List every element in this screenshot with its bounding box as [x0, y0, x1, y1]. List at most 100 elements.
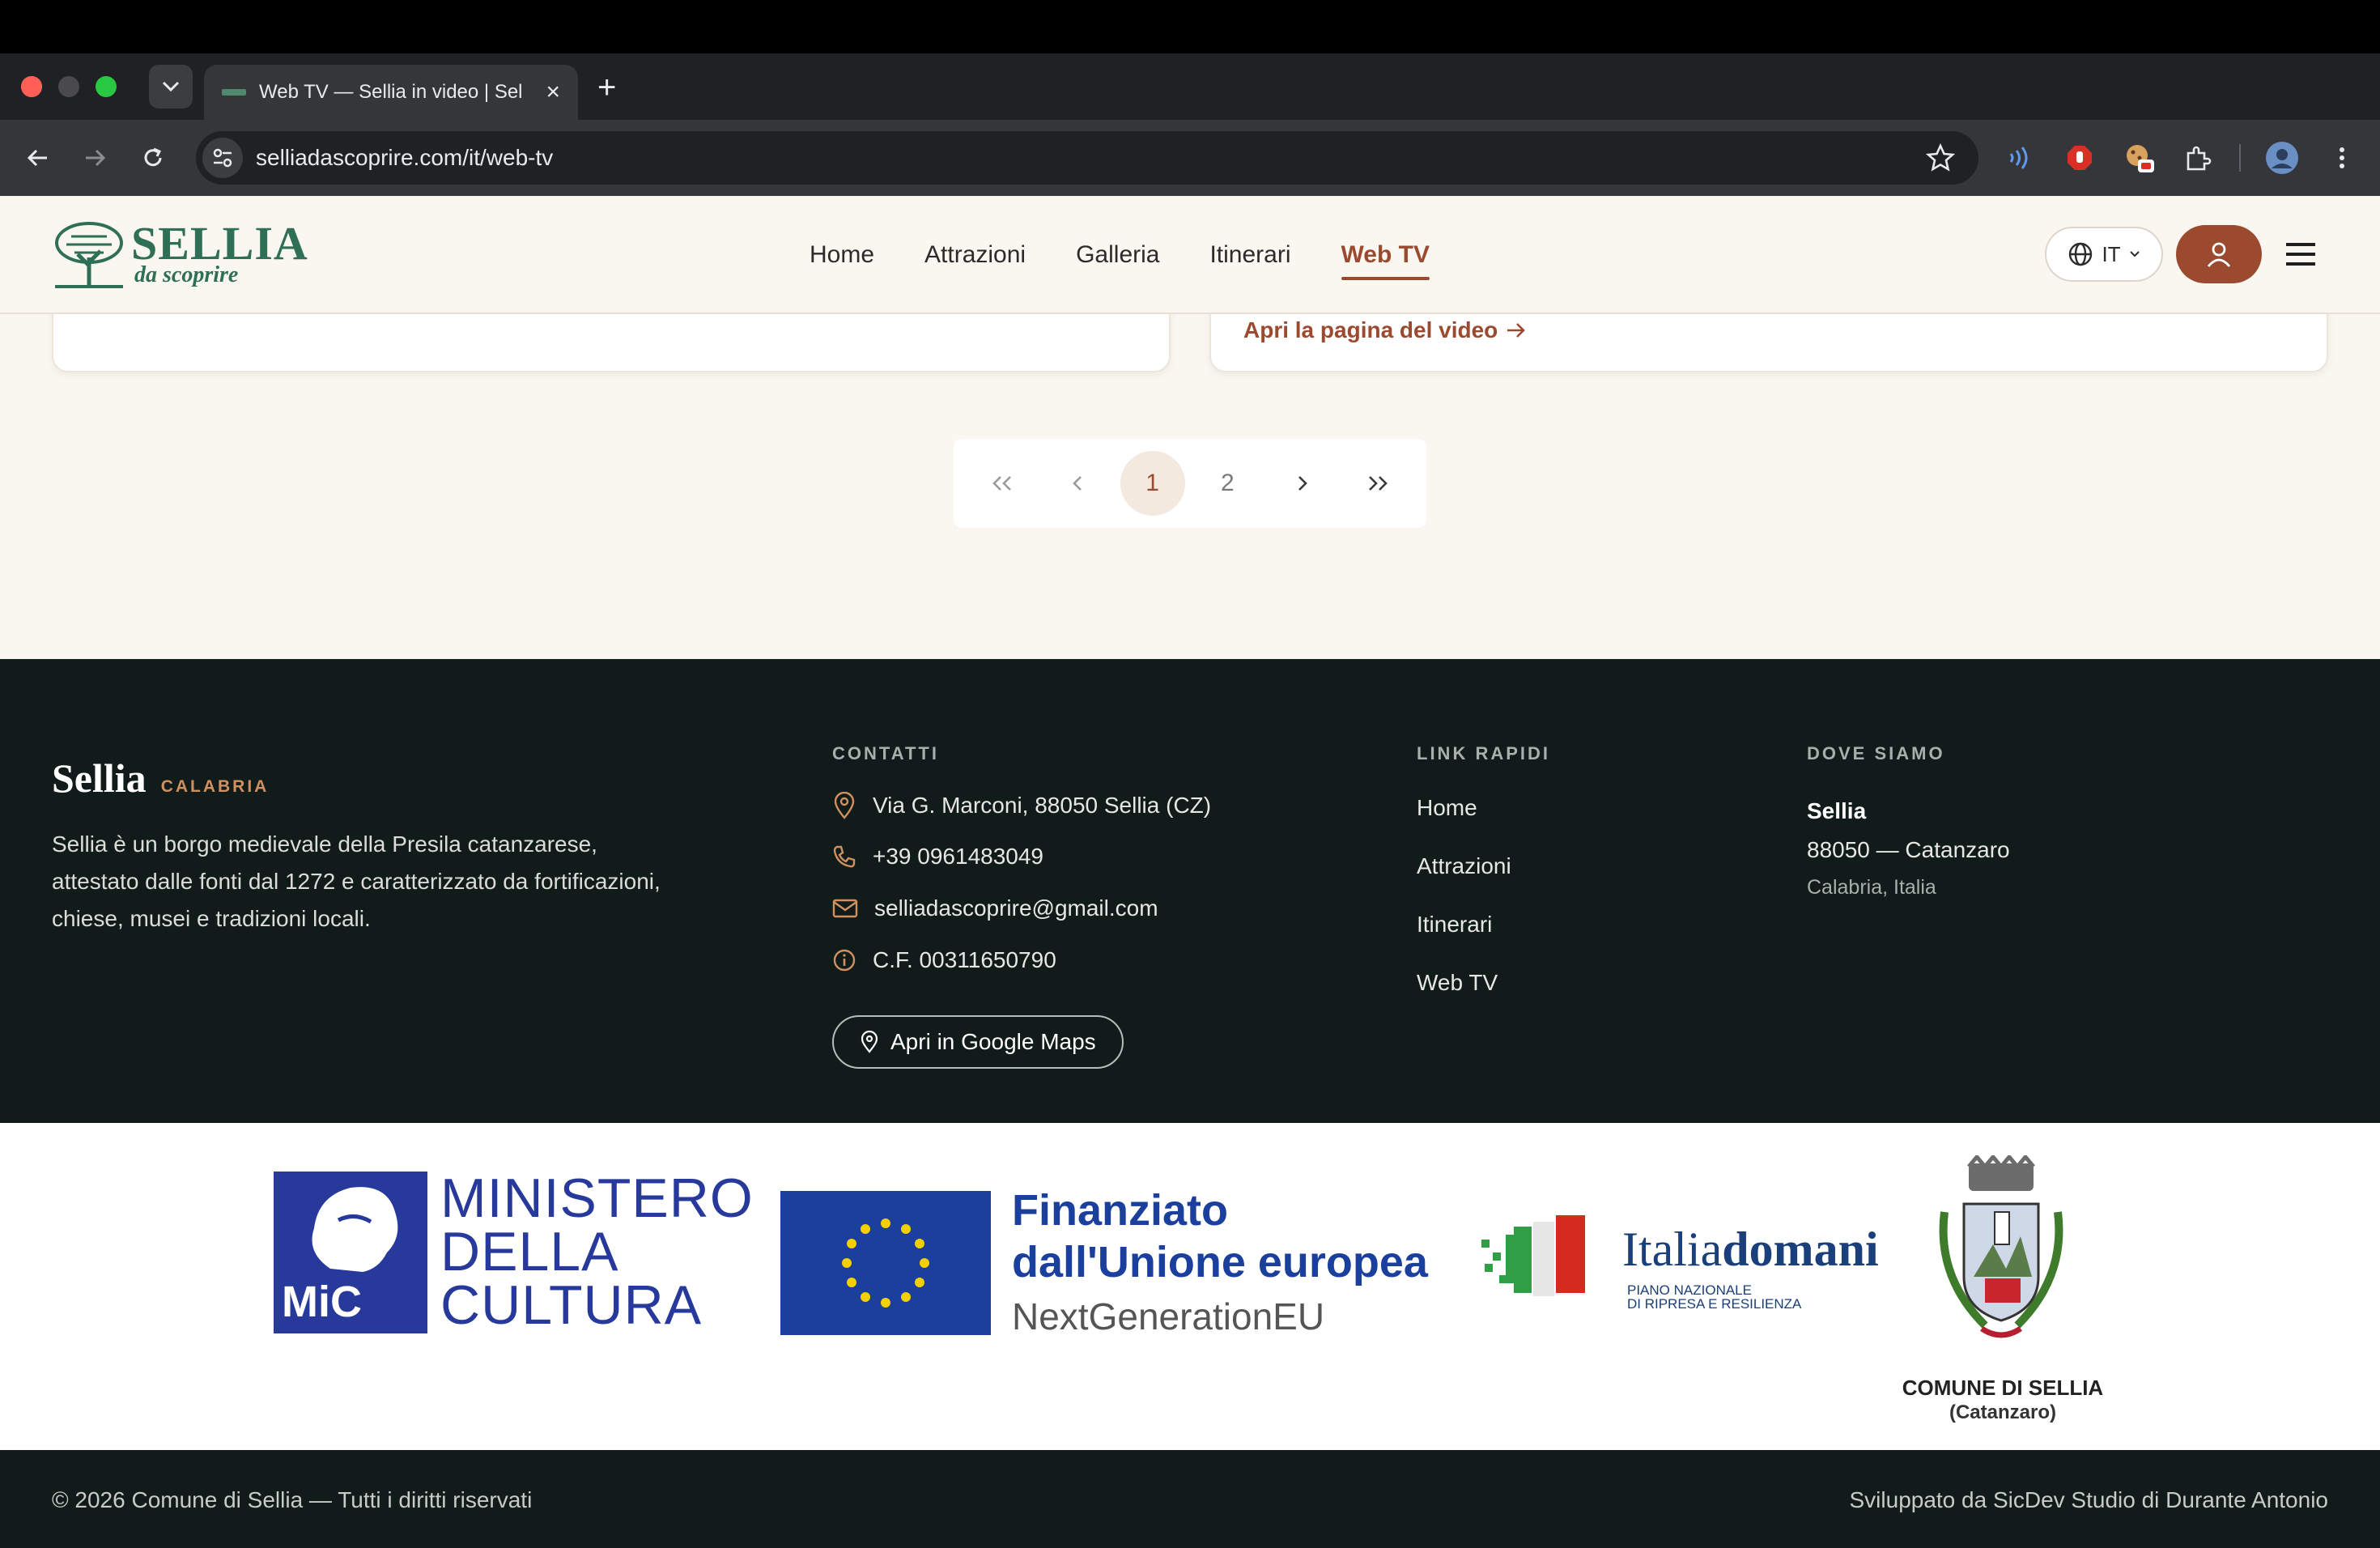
user-icon — [2207, 242, 2231, 267]
back-button[interactable] — [18, 138, 58, 178]
where-postal: 88050 — Catanzaro — [1807, 837, 2010, 862]
sponsor-logos: MiC MINISTERO DELLA CULTURA Finanziato d… — [0, 1123, 2380, 1450]
where-city: Sellia — [1807, 798, 1867, 823]
comune-name: COMUNE DI SELLIA — [1902, 1376, 2104, 1400]
globe-icon — [2069, 242, 2093, 266]
italia-flag-icon — [1481, 1215, 1585, 1296]
forward-button[interactable] — [74, 138, 115, 178]
maximize-window-button[interactable] — [96, 76, 117, 97]
contact-phone[interactable]: +39 0961483049 — [832, 844, 1043, 870]
footer-link-web-tv[interactable]: Web TV — [1417, 970, 1498, 996]
site-info-button[interactable] — [202, 138, 243, 178]
contact-email[interactable]: selliadascoprire@gmail.com — [832, 895, 1158, 921]
close-window-button[interactable] — [21, 76, 42, 97]
where-region: Calabria, Italia — [1807, 876, 1936, 899]
open-google-maps-button[interactable]: Apri in Google Maps — [832, 1015, 1124, 1069]
mail-icon — [832, 899, 858, 918]
hamburger-menu-button[interactable] — [2281, 238, 2320, 270]
nav-attrazioni[interactable]: Attrazioni — [924, 235, 1026, 275]
nav-home[interactable]: Home — [810, 235, 874, 275]
footer-link-attrazioni[interactable]: Attrazioni — [1417, 853, 1511, 879]
address-bar[interactable]: selliadascoprire.com/it/web-tv — [196, 131, 1978, 185]
extension-cookie-icon[interactable] — [2121, 139, 2158, 176]
last-page-button[interactable] — [1345, 451, 1410, 516]
chevron-right-icon — [1298, 476, 1308, 491]
nav-galleria[interactable]: Galleria — [1076, 235, 1159, 275]
bottom-bar: © 2026 Comune di Sellia — Tutti i diritt… — [0, 1450, 2380, 1548]
main-navigation: Home Attrazioni Galleria Itinerari Web T… — [810, 196, 1430, 314]
reload-button[interactable] — [133, 138, 173, 178]
mic-line-1: MINISTERO — [440, 1167, 754, 1229]
footer-brand: Sellia CALABRIA — [52, 755, 269, 802]
eu-line-2: dall'Unione europea — [1012, 1238, 1428, 1286]
quick-links-heading: LINK RAPIDI — [1417, 743, 1550, 763]
browser-toolbar: selliadascoprire.com/it/web-tv — [0, 120, 2380, 196]
eu-funding-text: Finanziato dall'Unione europea NextGener… — [1012, 1184, 1428, 1345]
contact-address: Via G. Marconi, 88050 Sellia (CZ) — [832, 792, 1211, 819]
profile-avatar[interactable] — [2263, 139, 2301, 176]
tune-icon — [213, 148, 232, 168]
olive-tree-icon — [55, 222, 123, 288]
eu-flag — [780, 1191, 991, 1335]
mic-wordmark: MINISTERO DELLA CULTURA — [440, 1167, 754, 1333]
open-video-page-link[interactable]: Apri la pagina del video — [1243, 317, 1527, 343]
user-account-button[interactable] — [2176, 225, 2262, 283]
tab-search-button[interactable] — [149, 65, 193, 108]
fiscal-code-text: C.F. 00311650790 — [873, 947, 1056, 972]
footer-link-itinerari[interactable]: Itinerari — [1417, 912, 1492, 938]
italia-domani-wordmark: Italiadomani — [1622, 1223, 1879, 1276]
video-link-label: Apri la pagina del video — [1243, 317, 1498, 342]
eu-line-1: Finanziato — [1012, 1186, 1228, 1235]
site-logo[interactable]: SELLIA da scoprire — [50, 219, 308, 290]
logo-wordmark: SELLIA — [131, 217, 308, 270]
extension-audio-icon[interactable] — [2001, 139, 2038, 176]
arrow-right-icon — [86, 149, 106, 167]
browser-tab[interactable]: Web TV — Sellia in video | Sel × — [204, 65, 578, 120]
close-tab-icon[interactable]: × — [546, 80, 560, 104]
minimize-window-button[interactable] — [58, 76, 79, 97]
first-page-button[interactable] — [970, 451, 1035, 516]
email-text: selliadascoprire@gmail.com — [874, 895, 1158, 921]
language-selector[interactable]: IT — [2045, 227, 2163, 282]
mic-emblem: MiC — [274, 1172, 427, 1333]
extensions-puzzle-icon[interactable] — [2179, 139, 2216, 176]
bookmark-star-icon[interactable] — [1925, 142, 1956, 173]
tab-title: Web TV — Sellia in video | Sel — [259, 81, 523, 103]
info-icon — [833, 949, 856, 972]
developer-credit[interactable]: Sviluppato da SicDev Studio di Durante A… — [1850, 1450, 2329, 1548]
maps-button-label: Apri in Google Maps — [890, 1029, 1096, 1054]
url-text[interactable]: selliadascoprire.com/it/web-tv — [256, 131, 553, 185]
footer-brand-name: Sellia — [52, 755, 147, 801]
logo-tagline: da scoprire — [134, 262, 239, 287]
map-pin-icon — [834, 792, 855, 819]
nav-itinerari[interactable]: Itinerari — [1209, 235, 1290, 275]
ministero-cultura-logo: MiC MINISTERO DELLA CULTURA — [274, 1167, 754, 1333]
arrow-left-icon — [27, 149, 47, 167]
mic-line-2: DELLA — [440, 1221, 619, 1282]
address-text: Via G. Marconi, 88050 Sellia (CZ) — [873, 793, 1212, 818]
comune-province: (Catanzaro) — [1949, 1401, 2056, 1423]
copyright-text: © 2026 Comune di Sellia — Tutti i diritt… — [52, 1487, 533, 1512]
nav-web-tv[interactable]: Web TV — [1341, 235, 1430, 280]
page-2-button[interactable]: 2 — [1195, 451, 1260, 516]
contact-fiscal-code: C.F. 00311650790 — [832, 947, 1056, 973]
comune-crest-icon — [1939, 1155, 2063, 1338]
page-1-button[interactable]: 1 — [1120, 451, 1185, 516]
map-pin-icon — [861, 1031, 878, 1053]
new-tab-button[interactable]: + — [597, 68, 616, 107]
next-page-button[interactable] — [1270, 451, 1335, 516]
footer-link-home[interactable]: Home — [1417, 795, 1477, 821]
pagination: 1 2 — [954, 439, 1426, 528]
site-footer: Sellia CALABRIA Sellia è un borgo mediev… — [0, 659, 2380, 1123]
menu-bar-area — [0, 0, 2380, 53]
extension-blocker-icon[interactable] — [2061, 139, 2098, 176]
italia-domani-logo: Italiadomani PIANO NAZIONALE DI RIPRESA … — [1477, 1210, 1879, 1316]
page-viewport: Apri la pagina del video 1 2 SELLIA da s… — [0, 196, 2380, 1548]
eu-stars-icon — [842, 1218, 929, 1308]
prev-page-button[interactable] — [1045, 451, 1110, 516]
reload-icon — [144, 147, 162, 167]
phone-text: +39 0961483049 — [873, 844, 1043, 869]
italia-domani-subtitle: PIANO NAZIONALE DI RIPRESA E RESILIENZA — [1627, 1282, 1802, 1312]
browser-menu-icon[interactable] — [2323, 139, 2361, 176]
arrow-right-icon — [1507, 323, 1526, 338]
